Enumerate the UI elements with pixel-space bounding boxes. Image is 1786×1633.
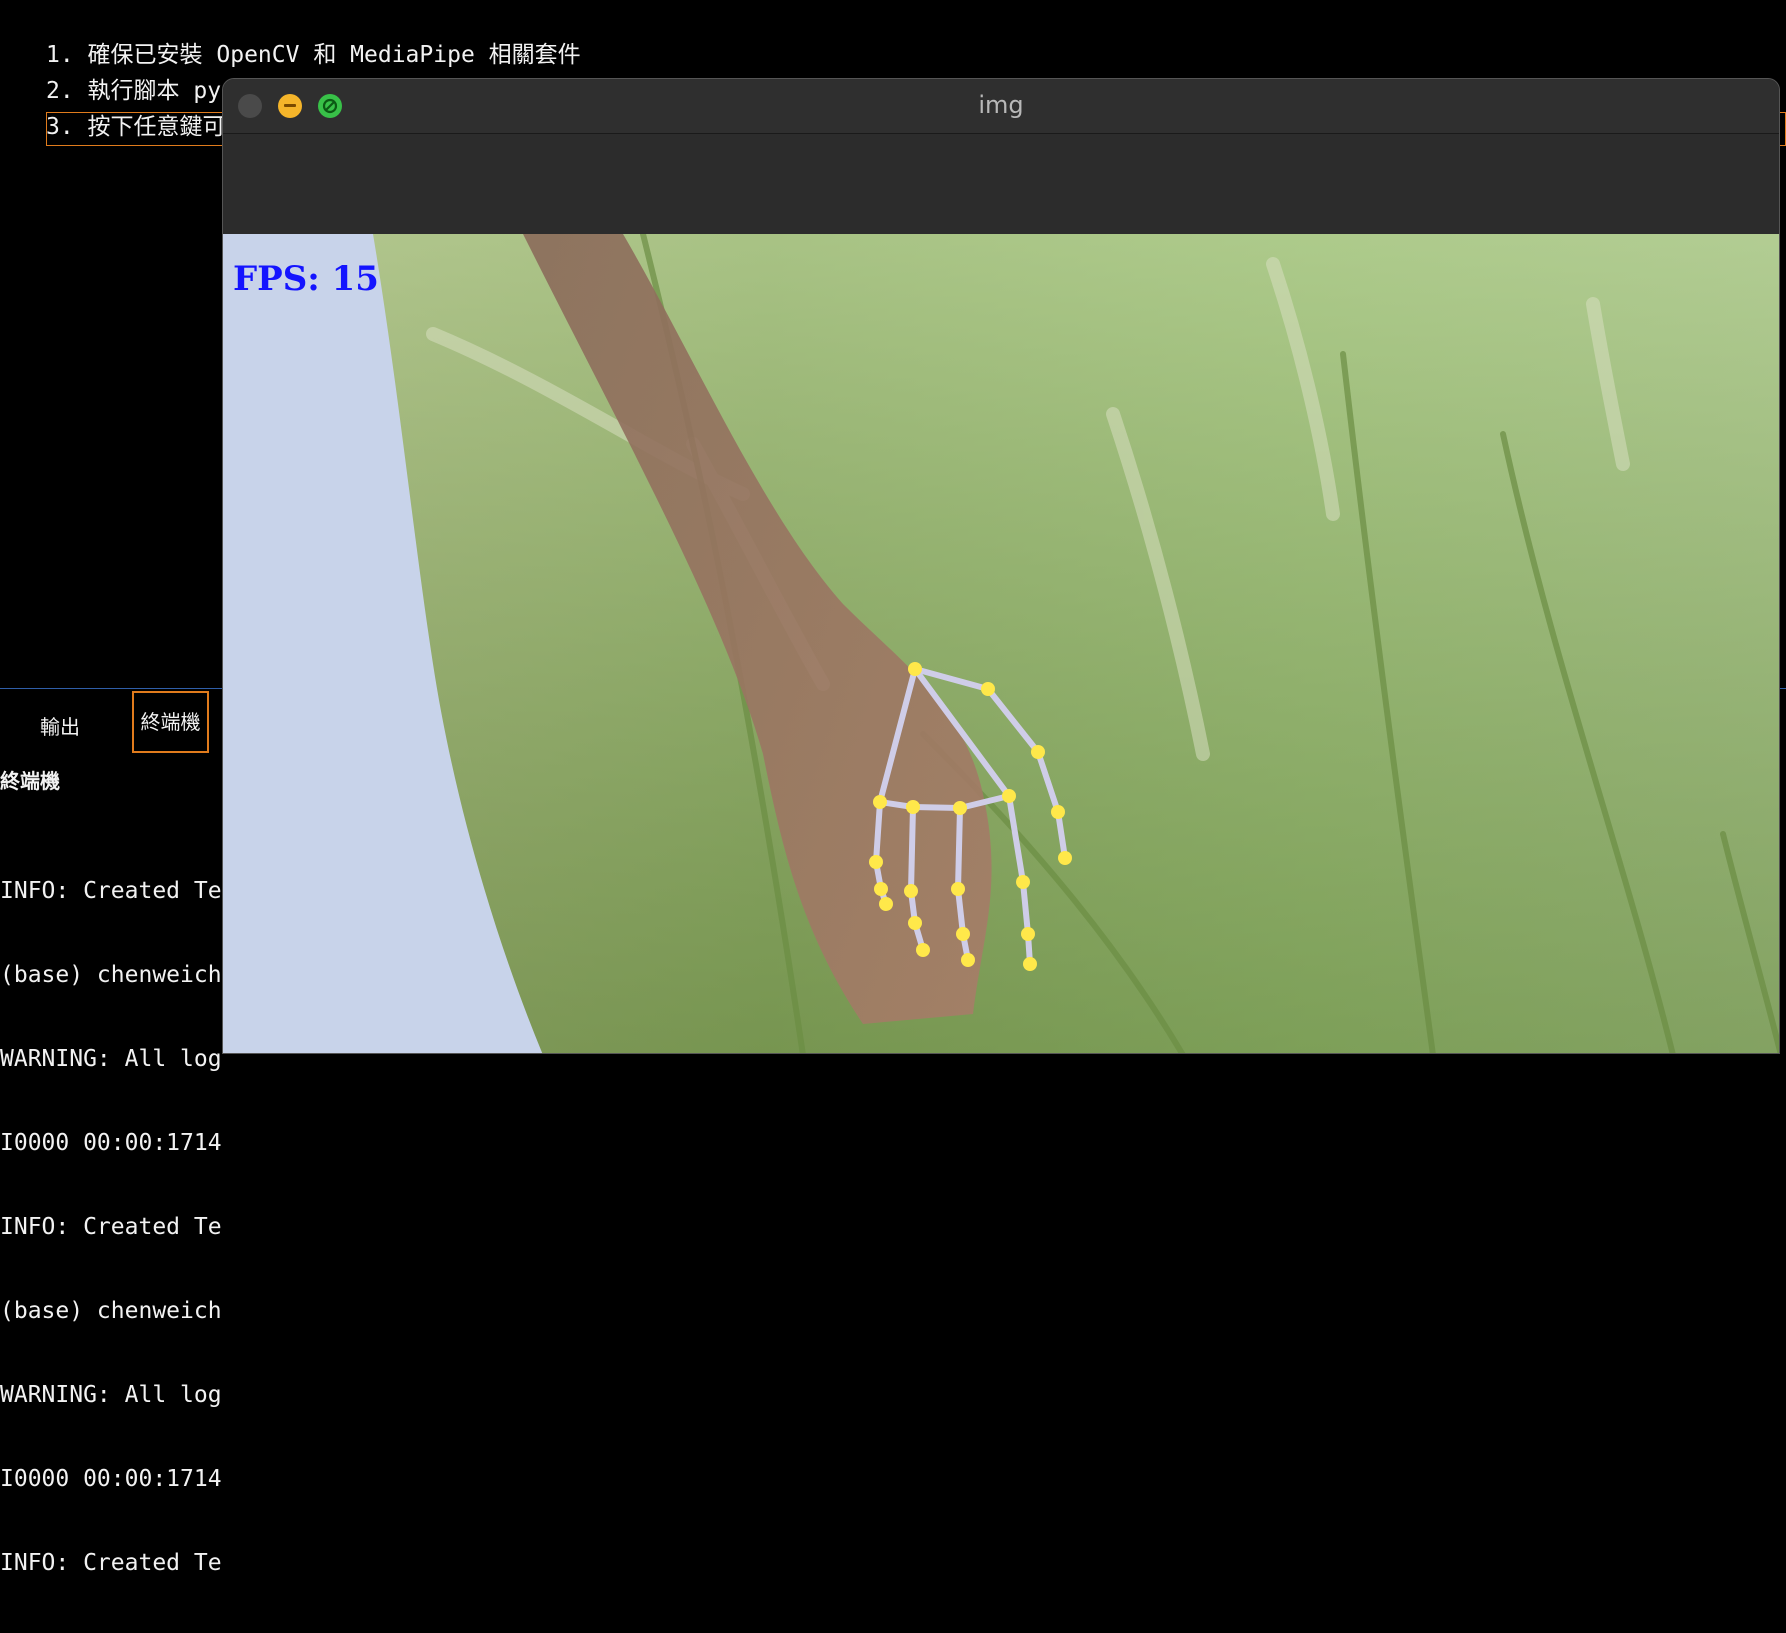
hand-landmark-point xyxy=(1051,805,1065,819)
tab-terminal[interactable]: 終端機 xyxy=(132,691,209,753)
camera-frame: FPS: 15 xyxy=(223,234,1779,1053)
hand-connection-line xyxy=(873,799,883,865)
hand-landmark-point xyxy=(1031,745,1045,759)
terminal-line: INFO: Created Te xyxy=(0,1214,222,1240)
editor-line-2: 2. 執行腳本 py xyxy=(46,78,222,104)
terminal-line: I0000 00:00:1714 xyxy=(0,1466,222,1492)
hand-landmark-point xyxy=(908,662,922,676)
terminal-line: WARNING: All log xyxy=(0,1382,222,1408)
window-titlebar[interactable]: img xyxy=(223,79,1779,134)
editor-line-3: 3. 按下任意鍵可 xyxy=(46,114,226,140)
hand-landmark-point xyxy=(869,855,883,869)
panel-title: 終端機 xyxy=(0,769,60,793)
terminal-line: WARNING: All log xyxy=(0,1046,222,1072)
terminal-line: I0000 00:00:1714 xyxy=(0,1130,222,1156)
hand-landmark-point xyxy=(873,795,887,809)
window-title: img xyxy=(978,91,1024,119)
hand-landmark-point xyxy=(916,943,930,957)
terminal-output[interactable]: INFO: Created Te (base) chenweich WARNIN… xyxy=(0,821,222,1633)
hand-connection-line xyxy=(908,804,916,894)
hand-tracking-view: FPS: 15 xyxy=(223,234,1779,1053)
hand-landmark-point xyxy=(951,882,965,896)
window-toolbar xyxy=(223,134,1779,234)
hand-landmark-point xyxy=(953,801,967,815)
terminal-line: INFO: Created Te xyxy=(0,878,222,904)
hand-landmark-point xyxy=(1023,957,1037,971)
hand-landmark-point xyxy=(908,916,922,930)
hand-landmark-point xyxy=(1002,789,1016,803)
hand-landmark-point xyxy=(874,882,888,896)
hand-landmark-point xyxy=(1058,851,1072,865)
hand-landmark-point xyxy=(956,927,970,941)
fps-label: FPS: 15 xyxy=(233,259,379,299)
hand-landmark-point xyxy=(981,682,995,696)
hand-landmark-point xyxy=(879,897,893,911)
hand-landmark-point xyxy=(961,953,975,967)
hand-connection-line xyxy=(910,804,963,811)
hand-landmark-point xyxy=(1021,927,1035,941)
image-window[interactable]: img FPS: 15 xyxy=(222,78,1780,1054)
hand-connection-line xyxy=(955,805,963,892)
hand-landmark-point xyxy=(1016,875,1030,889)
editor-line-1: 1. 確保已安裝 OpenCV 和 MediaPipe 相關套件 xyxy=(46,42,581,68)
terminal-line: (base) chenweich xyxy=(0,1298,222,1324)
tab-output[interactable]: 輸出 xyxy=(40,711,80,740)
hand-landmark-point xyxy=(904,884,918,898)
terminal-line: (base) chenweich xyxy=(0,962,222,988)
hand-landmark-point xyxy=(906,800,920,814)
terminal-line: INFO: Created Te xyxy=(0,1550,222,1576)
